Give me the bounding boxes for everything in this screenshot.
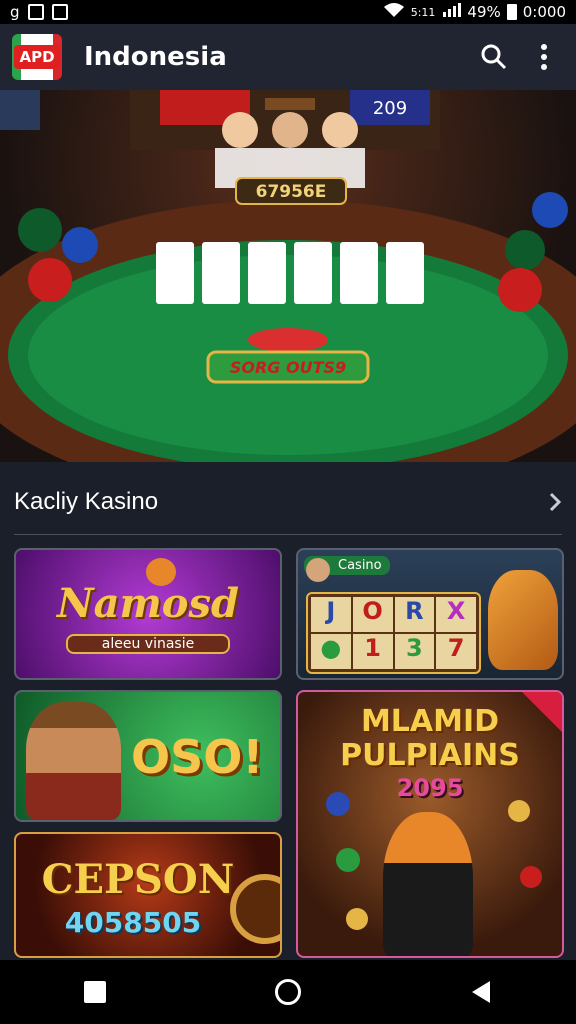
tiger-icon bbox=[488, 570, 558, 670]
coin-icon bbox=[336, 848, 360, 872]
poker-table-illustration: 209 67956E SORG OUTS9 bbox=[0, 90, 576, 462]
section-title: Kacliy Kasino bbox=[14, 488, 159, 515]
more-options-icon[interactable] bbox=[524, 37, 564, 77]
card-title: Namosd bbox=[57, 580, 239, 627]
back-icon[interactable] bbox=[470, 979, 492, 1005]
hero-button-text: SORG OUTS9 bbox=[230, 358, 346, 377]
card-title: CEPSON bbox=[41, 856, 235, 903]
system-nav-bar bbox=[0, 960, 576, 1024]
coin-icon bbox=[508, 800, 530, 822]
game-card-cepson[interactable]: CEPSON 4058505 bbox=[14, 832, 282, 958]
card-title-line2: PULPIAINS bbox=[340, 738, 520, 773]
casino-badge-label: Casino bbox=[338, 558, 382, 573]
logo-text: APD bbox=[14, 45, 60, 69]
slot-symbol: 3 bbox=[394, 634, 435, 669]
wifi-icon bbox=[383, 2, 405, 22]
card-title: OSO! bbox=[131, 730, 264, 784]
search-icon[interactable] bbox=[474, 37, 514, 77]
tiger-icon bbox=[383, 812, 473, 956]
chevron-right-icon[interactable] bbox=[548, 491, 562, 513]
coin-icon bbox=[520, 866, 542, 888]
slot-reels: J O R X ● 1 3 7 bbox=[306, 592, 481, 674]
recents-icon[interactable] bbox=[84, 981, 107, 1003]
slot-symbol: ● bbox=[311, 634, 351, 669]
screen-right-text: 209 bbox=[373, 98, 407, 119]
avatar bbox=[306, 558, 330, 582]
slot-symbol: 7 bbox=[436, 634, 476, 669]
game-card-mlamid-pulpiains[interactable]: MLAMID PULPIAINS 2095 bbox=[296, 690, 564, 958]
battery-icon bbox=[506, 4, 517, 20]
signal-icon bbox=[441, 2, 462, 22]
slot-symbol: 1 bbox=[352, 634, 393, 669]
card-number: 4058505 bbox=[64, 906, 202, 939]
game-card-namosd[interactable]: Namosd aleeu vinasie bbox=[14, 548, 282, 680]
hero-banner[interactable]: 209 67956E SORG OUTS9 bbox=[0, 90, 576, 462]
signal-text: 5:11 bbox=[410, 5, 436, 19]
section-divider bbox=[14, 534, 562, 535]
tiger-icon bbox=[146, 558, 176, 586]
status-bar: g 5:11 49% 0:000 bbox=[0, 0, 576, 24]
game-card-casino-slots[interactable]: Casino J O R X ● 1 3 7 bbox=[296, 548, 564, 680]
app-bar: APD Indonesia bbox=[0, 24, 576, 90]
status-g: g bbox=[10, 3, 20, 21]
slot-symbol: X bbox=[436, 597, 476, 632]
photo-icon bbox=[27, 4, 44, 20]
section-header[interactable]: Kacliy Kasino bbox=[0, 462, 576, 542]
adventurer-icon bbox=[26, 702, 121, 820]
slot-symbol: J bbox=[311, 597, 351, 632]
card-title-line1: MLAMID bbox=[360, 704, 500, 739]
battery-percent: 49% bbox=[467, 3, 501, 21]
game-card-oso[interactable]: OSO! bbox=[14, 690, 282, 822]
app-logo[interactable]: APD bbox=[12, 34, 62, 80]
page-title: Indonesia bbox=[84, 42, 227, 72]
home-icon[interactable] bbox=[274, 979, 301, 1005]
card-subtitle: aleeu vinasie bbox=[66, 634, 230, 654]
pot-label: 67956E bbox=[256, 182, 327, 202]
coin-icon bbox=[346, 908, 368, 930]
slot-symbol: O bbox=[352, 597, 393, 632]
slot-symbol: R bbox=[394, 597, 435, 632]
coin-icon bbox=[326, 792, 350, 816]
image-icon bbox=[51, 4, 68, 20]
clock: 0:000 bbox=[522, 3, 566, 21]
